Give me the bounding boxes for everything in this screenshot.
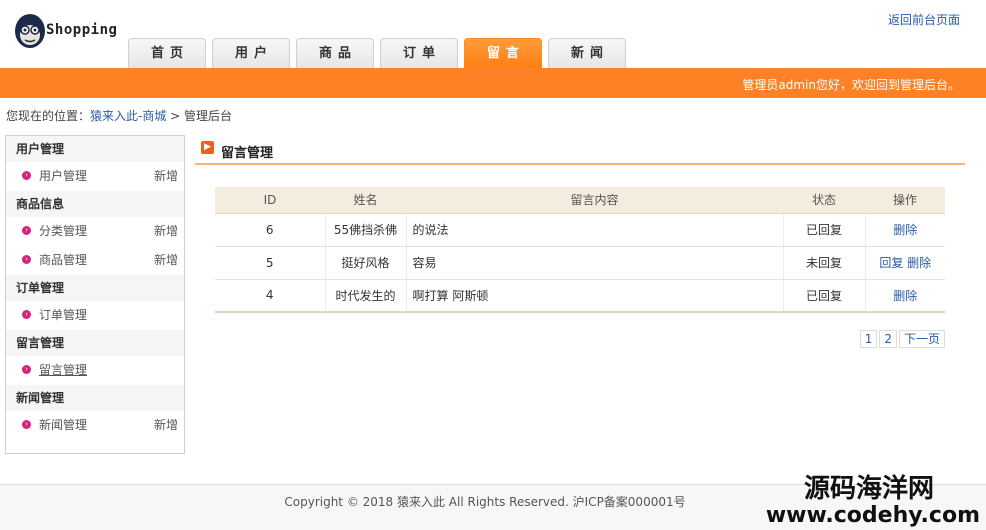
arrow-bullet-icon: › <box>22 226 31 235</box>
table-row: 4 时代发生的 啊打算 阿斯顿 已回复 删除 <box>215 279 945 313</box>
sidebar: 用户管理 › 用户管理 新增 商品信息 › 分类管理 新增 › 商品管理 新增 订单管… <box>5 135 185 454</box>
sidebar-item-category-manage[interactable]: › 分类管理 新增 <box>6 217 184 246</box>
column-header-id: ID <box>215 187 325 214</box>
sidebar-item-label[interactable]: 留言管理 <box>39 363 87 377</box>
sidebar-group-messages: 留言管理 <box>6 330 184 356</box>
header: Shopping 返回前台页面 首页 用户 商品 订单 留言 新闻 <box>0 0 986 68</box>
add-product-link[interactable]: 新增 <box>154 246 178 275</box>
sidebar-item-label[interactable]: 用户管理 <box>39 169 87 183</box>
cell-status: 已回复 <box>782 279 865 313</box>
breadcrumb-current: 管理后台 <box>184 109 233 123</box>
cell-name: 时代发生的 <box>325 279 406 313</box>
cell-actions: 删除 <box>864 279 945 313</box>
reply-link[interactable]: 回复 <box>879 256 903 270</box>
nav-tab-home[interactable]: 首页 <box>128 38 206 68</box>
breadcrumb-prefix: 您现在的位置： <box>6 109 91 123</box>
main-content: ▶ 留言管理 ID 姓名 留言内容 状态 操作 6 55佛挡杀佛 的说法 已回复… <box>195 135 965 348</box>
arrow-bullet-icon: › <box>22 420 31 429</box>
nav-tab-messages[interactable]: 留言 <box>464 38 542 68</box>
breadcrumb: 您现在的位置：猿来入此-商城 > 管理后台 <box>6 107 232 124</box>
messages-table: ID 姓名 留言内容 状态 操作 6 55佛挡杀佛 的说法 已回复 删除 5 挺… <box>215 187 945 313</box>
cell-name: 挺好风格 <box>325 246 406 280</box>
arrow-bullet-icon: › <box>22 255 31 264</box>
main-nav: 首页 用户 商品 订单 留言 新闻 <box>128 38 632 68</box>
add-news-link[interactable]: 新增 <box>154 411 178 440</box>
sidebar-item-label[interactable]: 分类管理 <box>39 224 87 238</box>
table-row: 5 挺好风格 容易 未回复 回复 删除 <box>215 246 945 280</box>
cell-content: 的说法 <box>405 213 783 247</box>
nav-tab-news[interactable]: 新闻 <box>548 38 626 68</box>
welcome-text: 管理员admin您好，欢迎回到管理后台。 <box>742 78 960 92</box>
delete-link[interactable]: 删除 <box>907 256 931 270</box>
column-header-status: 状态 <box>783 187 865 214</box>
next-page-link[interactable]: 下一页 <box>898 330 945 348</box>
cell-status: 未回复 <box>782 246 865 280</box>
delete-link[interactable]: 删除 <box>893 289 917 303</box>
sidebar-group-orders: 订单管理 <box>6 275 184 301</box>
column-header-name: 姓名 <box>325 187 406 214</box>
watermark-site-name: 源码海洋网 <box>803 474 934 504</box>
sidebar-item-news-manage[interactable]: › 新闻管理 新增 <box>6 411 184 440</box>
sidebar-item-label[interactable]: 订单管理 <box>39 308 87 322</box>
nav-tab-users[interactable]: 用户 <box>212 38 290 68</box>
cell-name: 55佛挡杀佛 <box>325 213 406 247</box>
cell-id: 5 <box>215 246 326 280</box>
cell-id: 4 <box>215 279 326 313</box>
arrow-bullet-icon: › <box>22 171 31 180</box>
cell-status: 已回复 <box>782 213 865 247</box>
table-header-row: ID 姓名 留言内容 状态 操作 <box>215 187 945 214</box>
back-to-frontend-link[interactable]: 返回前台页面 <box>888 11 960 28</box>
sidebar-item-user-manage[interactable]: › 用户管理 新增 <box>6 162 184 191</box>
arrow-bullet-icon: › <box>22 310 31 319</box>
cell-actions: 删除 <box>864 213 945 247</box>
logo[interactable]: Shopping <box>14 10 124 52</box>
panel-header: ▶ 留言管理 <box>195 135 965 165</box>
logo-text: Shopping <box>46 22 118 38</box>
panel-title: 留言管理 <box>221 146 274 161</box>
watermark-url: www.codehy.com <box>765 503 980 528</box>
delete-link[interactable]: 删除 <box>893 223 917 237</box>
page-2-link[interactable]: 2 <box>879 330 897 348</box>
sidebar-item-order-manage[interactable]: › 订单管理 <box>6 301 184 330</box>
arrow-bullet-icon: › <box>22 365 31 374</box>
monkey-logo-icon <box>15 14 45 48</box>
sidebar-group-users: 用户管理 <box>6 136 184 162</box>
sidebar-item-label[interactable]: 商品管理 <box>39 253 87 267</box>
cell-content: 容易 <box>405 246 783 280</box>
cell-actions: 回复 删除 <box>864 246 945 280</box>
breadcrumb-site-link[interactable]: 猿来入此-商城 <box>90 109 166 123</box>
welcome-bar: 管理员admin您好，欢迎回到管理后台。 <box>0 68 986 98</box>
pagination: 1 2 下一页 <box>858 330 945 348</box>
add-category-link[interactable]: 新增 <box>154 217 178 246</box>
cell-content: 啊打算 阿斯顿 <box>405 279 783 313</box>
cell-id: 6 <box>215 213 326 247</box>
sidebar-item-label[interactable]: 新闻管理 <box>39 418 87 432</box>
column-header-content: 留言内容 <box>406 187 783 214</box>
play-arrow-icon: ▶ <box>201 141 214 154</box>
sidebar-group-news: 新闻管理 <box>6 385 184 411</box>
add-user-link[interactable]: 新增 <box>154 162 178 191</box>
breadcrumb-separator: > <box>166 109 185 123</box>
nav-tab-products[interactable]: 商品 <box>296 38 374 68</box>
nav-tab-orders[interactable]: 订单 <box>380 38 458 68</box>
sidebar-item-product-manage[interactable]: › 商品管理 新增 <box>6 246 184 275</box>
column-header-actions: 操作 <box>865 187 945 214</box>
sidebar-item-message-manage[interactable]: › 留言管理 <box>6 356 184 385</box>
table-row: 6 55佛挡杀佛 的说法 已回复 删除 <box>215 213 945 247</box>
watermark: 源码海洋网 www.codehy.com <box>766 474 980 528</box>
page-1-link[interactable]: 1 <box>859 330 878 348</box>
sidebar-group-products: 商品信息 <box>6 191 184 217</box>
